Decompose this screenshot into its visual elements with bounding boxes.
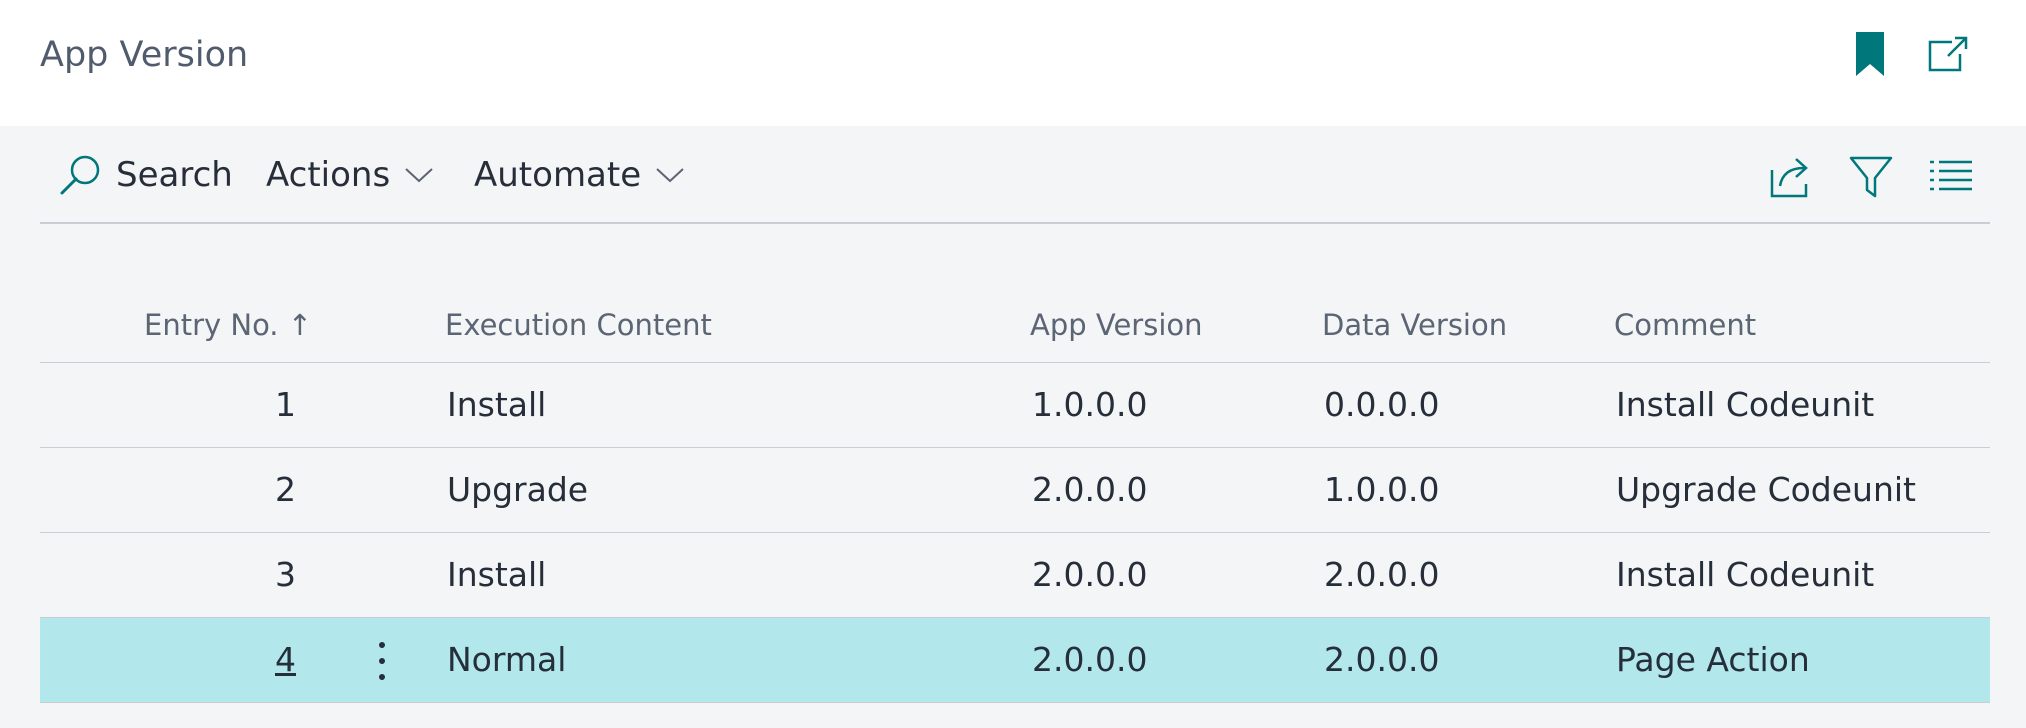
search-label: Search (116, 155, 233, 195)
bookmark-icon[interactable] (1852, 30, 1888, 78)
row-more-options-icon[interactable] (372, 640, 392, 682)
table-row[interactable]: 2 Upgrade 2.0.0.0 1.0.0.0 Upgrade Codeun… (40, 448, 1990, 533)
entry-no-cell: 2 (275, 470, 296, 509)
grid-header: Entry No. ↑ Execution Content App Versio… (40, 290, 1990, 363)
entry-no-cell: 3 (275, 555, 296, 594)
column-header-entry-no[interactable]: Entry No. ↑ (144, 308, 312, 342)
actions-menu-button[interactable]: Actions (266, 152, 434, 198)
data-version-cell: 2.0.0.0 (1324, 640, 1440, 679)
entry-no-link[interactable]: 4 (275, 639, 296, 681)
entry-no-cell: 4 (40, 639, 296, 681)
app-version-cell: 2.0.0.0 (1032, 555, 1148, 594)
list-view-icon[interactable] (1928, 154, 1974, 200)
search-icon (60, 155, 100, 195)
comment-cell: Upgrade Codeunit (1616, 470, 1916, 509)
column-header-app-version[interactable]: App Version (1030, 308, 1203, 342)
data-version-cell: 0.0.0.0 (1324, 385, 1440, 424)
execution-content-cell: Normal (447, 640, 567, 679)
search-button[interactable]: Search (58, 152, 233, 198)
execution-content-cell: Install (447, 385, 547, 424)
table-row[interactable]: 1 Install 1.0.0.0 0.0.0.0 Install Codeun… (40, 363, 1990, 448)
column-header-execution-content[interactable]: Execution Content (445, 308, 712, 342)
open-in-new-window-icon[interactable] (1926, 34, 1970, 74)
share-icon[interactable] (1768, 154, 1814, 200)
automate-label: Automate (474, 155, 642, 195)
entry-no-cell: 1 (275, 385, 296, 424)
chevron-down-icon (405, 168, 433, 183)
comment-cell: Page Action (1616, 640, 1810, 679)
app-version-cell: 1.0.0.0 (1032, 385, 1148, 424)
chevron-down-icon (656, 168, 684, 183)
app-version-cell: 2.0.0.0 (1032, 640, 1148, 679)
data-version-cell: 2.0.0.0 (1324, 555, 1440, 594)
action-bar: Search Actions Automate (40, 126, 1990, 224)
actions-label: Actions (266, 155, 391, 195)
comment-cell: Install Codeunit (1616, 385, 1875, 424)
table-row[interactable]: 3 Install 2.0.0.0 2.0.0.0 Install Codeun… (40, 533, 1990, 618)
column-header-comment[interactable]: Comment (1614, 308, 1756, 342)
page-header: App Version (0, 0, 2026, 126)
table-row-selected[interactable]: 4 Normal 2.0.0.0 2.0.0.0 Page Action (40, 618, 1990, 703)
automate-menu-button[interactable]: Automate (474, 152, 685, 198)
comment-cell: Install Codeunit (1616, 555, 1875, 594)
data-version-cell: 1.0.0.0 (1324, 470, 1440, 509)
execution-content-cell: Install (447, 555, 547, 594)
column-header-data-version[interactable]: Data Version (1322, 308, 1507, 342)
execution-content-cell: Upgrade (447, 470, 589, 509)
data-grid: Entry No. ↑ Execution Content App Versio… (40, 290, 1990, 703)
app-version-cell: 2.0.0.0 (1032, 470, 1148, 509)
sort-ascending-icon: ↑ (287, 308, 313, 342)
filter-icon[interactable] (1848, 154, 1894, 200)
page-title: App Version (40, 35, 249, 75)
